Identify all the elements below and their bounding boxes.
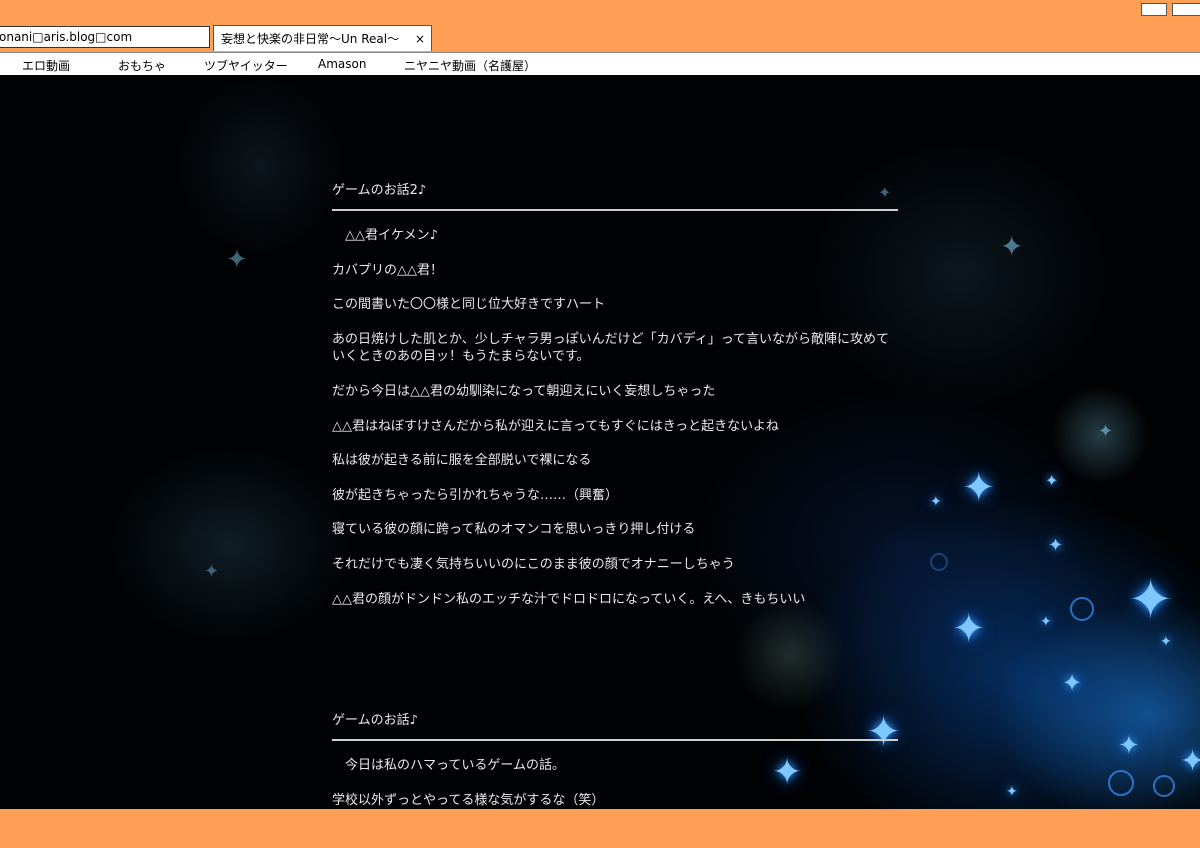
sparkle-icon: ✦ [1128, 568, 1174, 631]
post-paragraph: 私は彼が起きる前に服を全部脱いで裸になる [332, 453, 592, 468]
sparkle-icon: ✦ [1006, 784, 1018, 800]
bookmark-amason[interactable]: Amason [318, 57, 366, 71]
post-paragraph: 彼が起きちゃったら引かれちゃうな……（興奮） [332, 488, 619, 503]
sparkle-icon: ✦ [1040, 614, 1052, 630]
sparkle-icon: ✦ [952, 606, 986, 652]
title-divider [332, 209, 898, 211]
bubble-ring [1153, 775, 1175, 797]
sparkle-icon: ✦ [1160, 634, 1172, 650]
post-paragraph: 寝ている彼の顔に跨って私のオマンコを思いっきり押し付ける [332, 522, 696, 537]
post-paragraph: カバプリの△△君！ [332, 263, 443, 278]
browser-titlebar: onani□aris.blog□com 妄想と快楽の非日常～Un Real～ × [0, 0, 1200, 52]
sparkle-icon: ✦ [226, 245, 248, 275]
sparkle-icon: ✦ [1062, 669, 1083, 697]
sparkle-icon: ✦ [962, 465, 996, 511]
sparkle-icon: ✦ [1118, 731, 1140, 761]
post-title[interactable]: ゲームのお話2♪ [332, 179, 426, 198]
post-paragraph: △△君の顔がドンドン私のエッチな汁でドロドロになっていく。えへ、きもちいい [332, 592, 806, 607]
address-bar[interactable]: onani□aris.blog□com [0, 26, 210, 48]
post-paragraph: 今日は私のハマっているゲームの話。 [332, 758, 565, 773]
close-tab-icon[interactable]: × [415, 26, 425, 52]
post-paragraph: あの日焼けした肌とか、少しチャラ男っぽいんだけど「カバディ」って言いながら敵陣に… [332, 332, 890, 364]
post-paragraph: 学校以外ずっとやってる様な気がするな（笑） [332, 793, 605, 808]
post-paragraph: △△君イケメン♪ [332, 228, 438, 243]
sparkle-icon: ✦ [1000, 230, 1024, 263]
sparkle-icon: ✦ [1098, 421, 1114, 442]
post-paragraph: この間書いた〇〇様と同じ位大好きですハート [332, 297, 606, 312]
tab-title: 妄想と快楽の非日常～Un Real～ [221, 32, 400, 46]
bookmark-ero-douga[interactable]: エロ動画 [22, 57, 70, 74]
title-divider [332, 739, 898, 741]
post-paragraph: それだけでも凄く気持ちいいのにこのまま彼の顔でオナニーしちゃう [332, 557, 735, 572]
bookmarks-bar: エロ動画 おもちゃ ツブヤイッター Amason ニヤニヤ動画（名護屋） [0, 52, 1200, 75]
post-paragraph: △△君はねぼすけさんだから私が迎えに言ってもすぐにはきっと起きないよね [332, 419, 779, 434]
sparkle-icon: ✦ [204, 561, 220, 582]
bookmark-niyaniya-douga[interactable]: ニヤニヤ動画（名護屋） [404, 57, 536, 74]
bookmark-tsubuyaitter[interactable]: ツブヤイッター [204, 57, 288, 74]
post-paragraph: だから今日は△△君の幼馴染になって朝迎えにいく妄想しちゃった [332, 384, 716, 399]
post-title[interactable]: ゲームのお話♪ [332, 709, 418, 728]
bubble-ring [1070, 597, 1094, 621]
sparkle-icon: ✦ [1045, 471, 1059, 490]
maximize-button[interactable] [1172, 3, 1200, 16]
bookmark-omocha[interactable]: おもちゃ [118, 57, 166, 74]
bubble-ring [1108, 770, 1134, 796]
sparkle-icon: ✦ [866, 707, 902, 756]
sparkle-icon: ✦ [930, 494, 942, 510]
page-viewport: ✦ ✦ ✦ ✦ ✦ ✦ ✦ ✦ ✦ ✦ ✦ ✦ ✦ ✦ ✦ ✦ ✦ ✦ ✦ ゲー… [0, 75, 1200, 809]
sparkle-icon: ✦ [1048, 535, 1064, 556]
sparkle-icon: ✦ [1180, 744, 1200, 779]
browser-tab[interactable]: 妄想と快楽の非日常～Un Real～ × [213, 25, 432, 51]
sparkle-icon: ✦ [878, 183, 892, 202]
bubble-ring [930, 553, 948, 571]
minimize-button[interactable] [1141, 3, 1167, 16]
